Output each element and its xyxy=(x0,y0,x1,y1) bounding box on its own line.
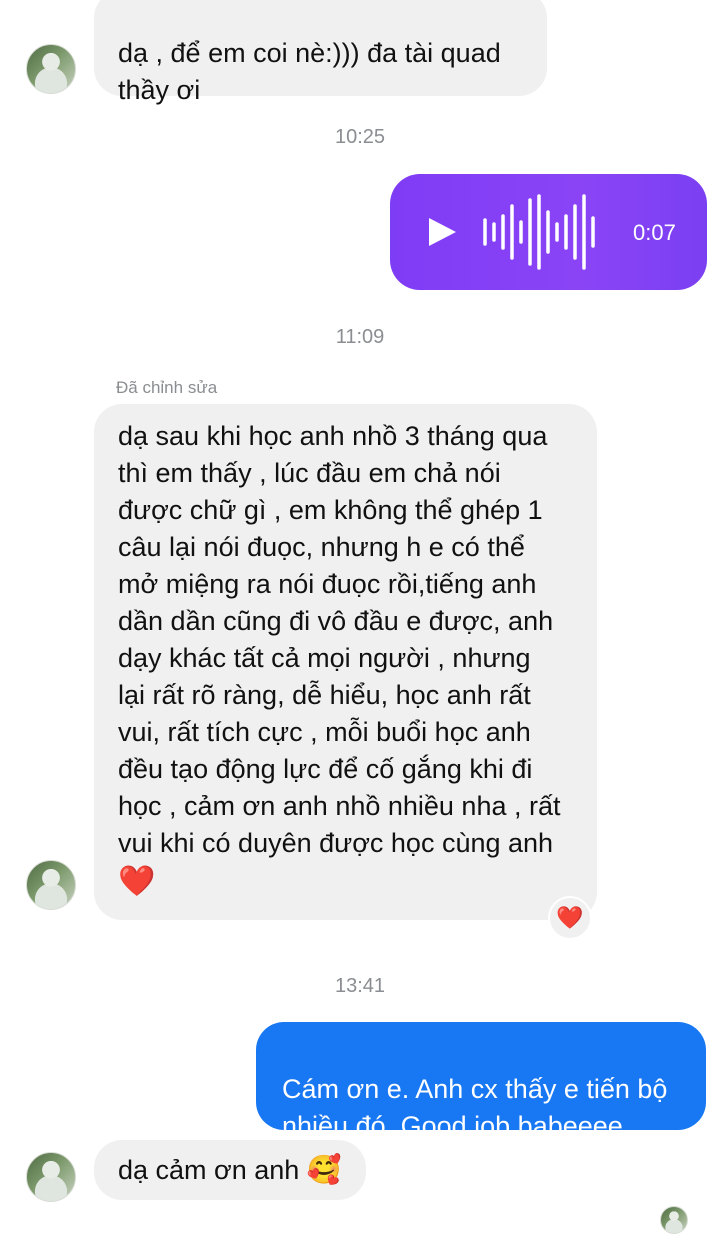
play-icon[interactable] xyxy=(426,216,458,248)
message-text: dạ sau khi học anh nhồ 3 tháng qua thì e… xyxy=(118,421,561,858)
waveform-icon xyxy=(483,194,595,270)
smiling-face-hearts-emoji: 🥰 xyxy=(306,1154,342,1185)
contact-avatar[interactable] xyxy=(26,1152,76,1202)
contact-avatar[interactable] xyxy=(26,860,76,910)
message-bubble-incoming[interactable]: dạ cảm ơn anh 🥰 xyxy=(94,1140,366,1200)
edited-label: Đã chỉnh sửa xyxy=(116,378,218,397)
message-text: dạ , để em coi nè:))) đa tài quad thầy ơ… xyxy=(118,38,501,105)
message-bubble-incoming[interactable]: dạ sau khi học anh nhồ 3 tháng qua thì e… xyxy=(94,404,597,920)
timestamp: 11:09 xyxy=(335,326,385,348)
heart-emoji: ❤️ xyxy=(118,865,156,898)
message-bubble-outgoing[interactable]: Cám ơn e. Anh cx thấy e tiến bộ nhiều đó… xyxy=(256,1022,706,1141)
message-text: Cám ơn e. Anh cx thấy e tiến bộ nhiều đó… xyxy=(282,1074,668,1141)
reaction-heart-icon: ❤️ xyxy=(556,905,584,930)
voice-message-bubble[interactable]: 0:07 xyxy=(390,174,707,290)
message-text: dạ cảm ơn anh xyxy=(118,1155,300,1185)
read-receipt-avatar xyxy=(660,1206,688,1234)
timestamp: 10:25 xyxy=(334,126,386,148)
reaction-heart[interactable]: ❤️ xyxy=(548,896,592,940)
message-bubble-incoming[interactable]: dạ , để em coi nè:))) đa tài quad thầy ơ… xyxy=(94,0,547,105)
contact-avatar[interactable] xyxy=(26,44,76,94)
voice-duration: 0:07 xyxy=(633,220,676,245)
timestamp: 13:41 xyxy=(334,975,386,997)
